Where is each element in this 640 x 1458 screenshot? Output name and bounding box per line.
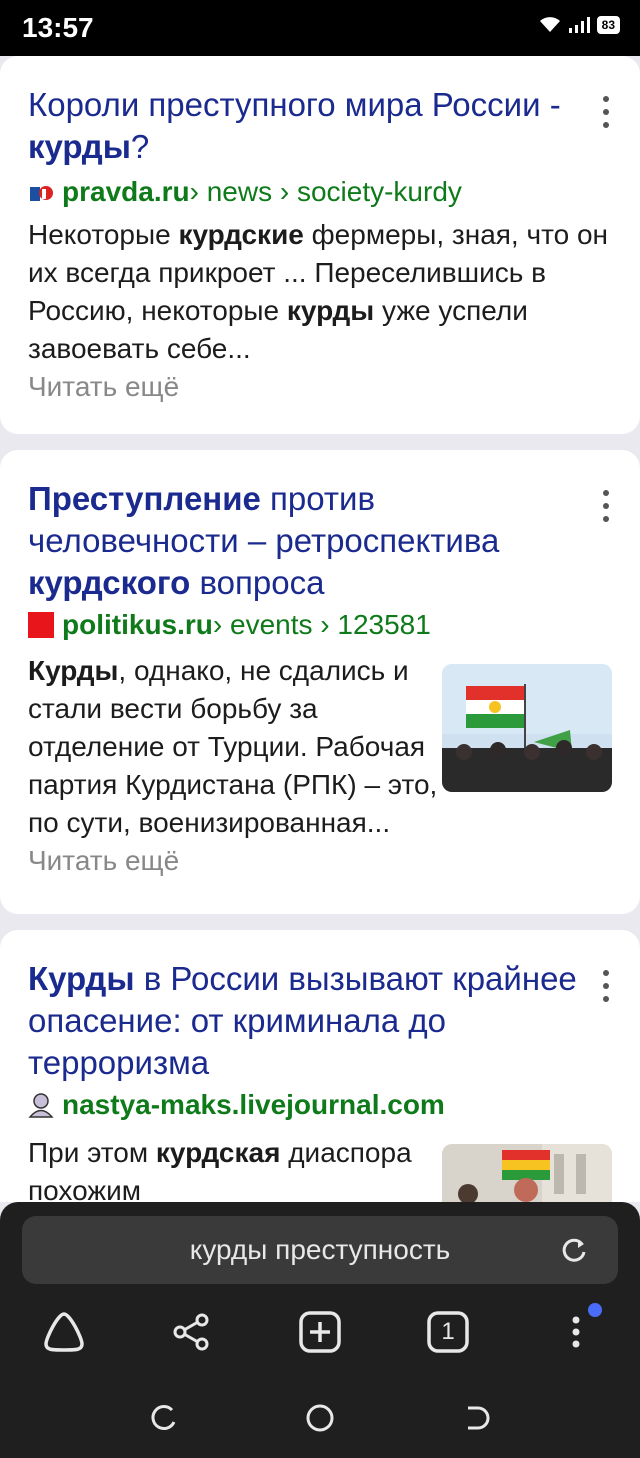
- more-options-button[interactable]: [594, 966, 618, 1006]
- result-title[interactable]: Преступление против человечности – ретро…: [28, 478, 588, 604]
- politikus-favicon: [28, 612, 54, 638]
- result-card[interactable]: Короли преступного мира России - курды? …: [0, 56, 640, 434]
- result-title[interactable]: Курды в России вызывают крайнее опасение…: [28, 958, 588, 1084]
- result-source[interactable]: nastya-maks.livejournal.com: [28, 1088, 445, 1122]
- read-more-link[interactable]: Читать ещё: [28, 371, 179, 402]
- wifi-icon: [539, 17, 560, 32]
- signal-icon: [568, 17, 590, 33]
- share-icon[interactable]: [168, 1308, 216, 1356]
- read-more-link[interactable]: Читать ещё: [28, 845, 179, 876]
- tabs-counter-icon[interactable]: 1: [424, 1308, 472, 1356]
- result-snippet: Некоторые курдские фермеры, зная, что он…: [28, 219, 608, 402]
- tabs-count: 1: [441, 1318, 455, 1345]
- notification-dot: [588, 1303, 602, 1317]
- more-options-button[interactable]: [594, 486, 618, 526]
- search-results[interactable]: Короли преступного мира России - курды? …: [0, 56, 640, 1202]
- result-card[interactable]: Преступление против человечности – ретро…: [0, 450, 640, 914]
- livejournal-user-favicon: [28, 1093, 54, 1118]
- home-icon[interactable]: [40, 1308, 88, 1356]
- recent-apps-icon[interactable]: [146, 1400, 182, 1436]
- result-title[interactable]: Короли преступного мира России - курды?: [28, 84, 588, 168]
- result-source[interactable]: pravda.ru › news › society-kurdy: [28, 175, 462, 209]
- result-source[interactable]: politikus.ru › events › 123581: [28, 608, 431, 642]
- back-icon[interactable]: [458, 1400, 494, 1436]
- browser-bottom-bar: курды преступность 1: [0, 1202, 640, 1458]
- protest-photo[interactable]: [442, 1144, 612, 1202]
- search-query[interactable]: курды преступность: [190, 1234, 450, 1266]
- home-button-icon[interactable]: [302, 1400, 338, 1436]
- status-bar: 13:57 83: [0, 0, 640, 56]
- pravda-favicon: [28, 183, 54, 203]
- result-snippet: При этом курдская диаспора похожим: [28, 1137, 412, 1202]
- result-card[interactable]: Курды в России вызывают крайнее опасение…: [0, 930, 640, 1202]
- more-options-button[interactable]: [594, 92, 618, 132]
- status-icons: 83: [539, 16, 620, 34]
- result-snippet: Курды, однако, не сдались и стали вести …: [28, 655, 438, 876]
- new-tab-icon[interactable]: [296, 1308, 344, 1356]
- reload-icon[interactable]: [558, 1234, 590, 1266]
- battery-icon: 83: [596, 16, 620, 34]
- status-time: 13:57: [22, 12, 94, 43]
- address-bar[interactable]: курды преступность: [22, 1216, 618, 1284]
